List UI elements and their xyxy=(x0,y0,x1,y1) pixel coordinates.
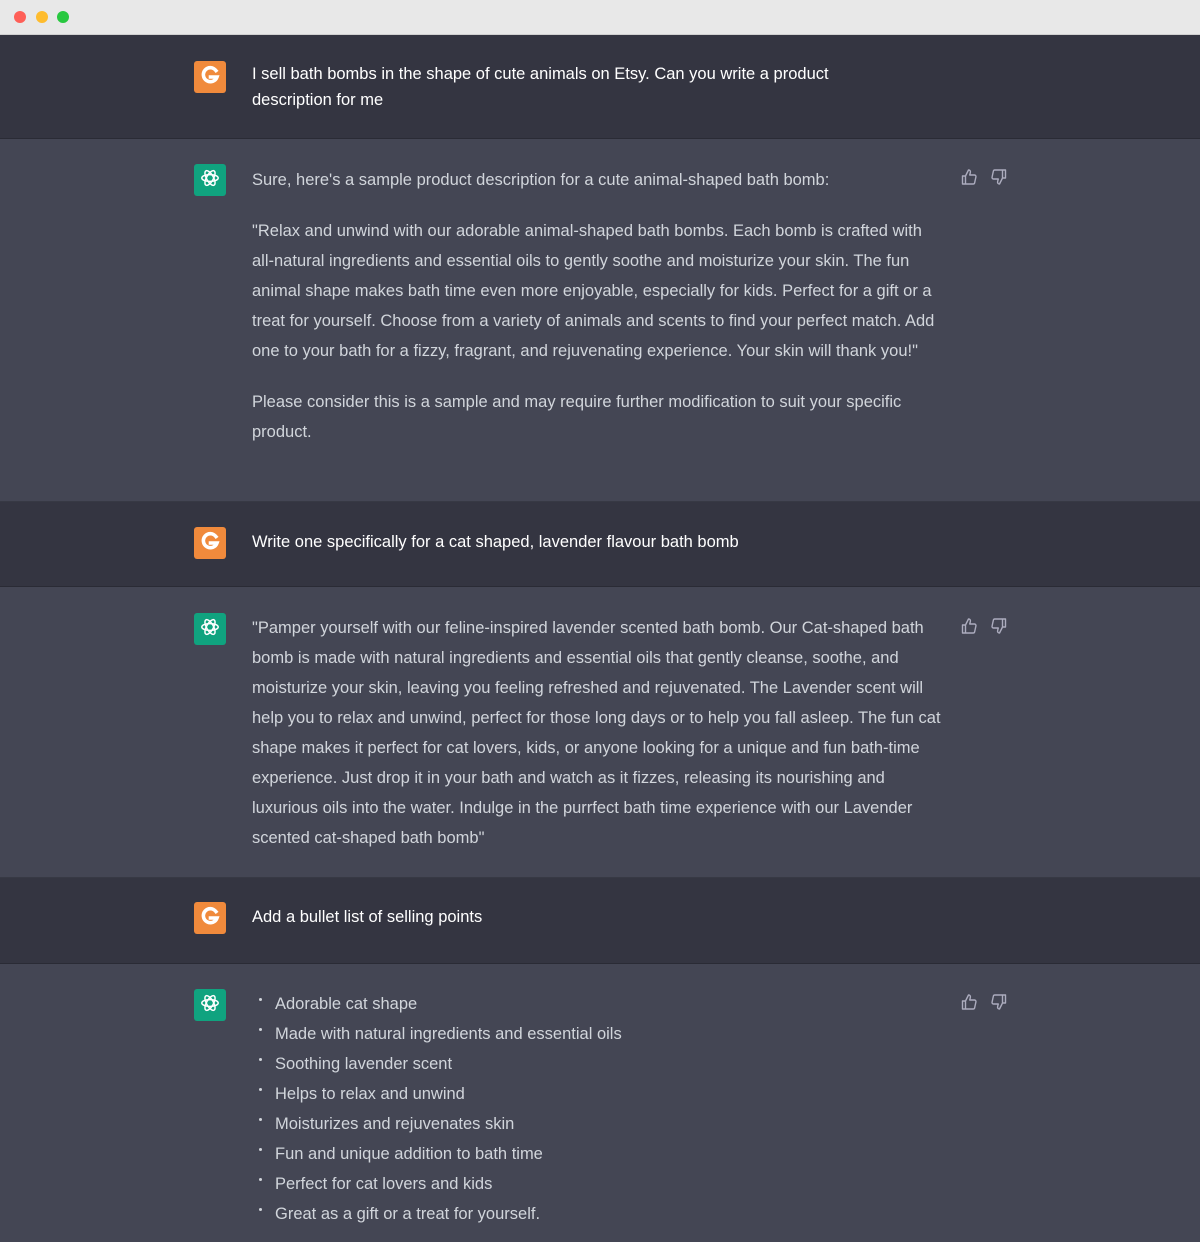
openai-logo-icon xyxy=(198,615,222,644)
assistant-paragraph: "Relax and unwind with our adorable anim… xyxy=(252,222,935,360)
assistant-message: "Pamper yourself with our feline-inspire… xyxy=(0,587,1200,878)
user-message-text: Write one specifically for a cat shaped,… xyxy=(252,533,739,551)
user-avatar xyxy=(194,902,226,934)
assistant-message: Adorable cat shape Made with natural ing… xyxy=(0,964,1200,1242)
feedback-buttons xyxy=(960,168,1008,186)
user-message-text: Add a bullet list of selling points xyxy=(252,908,483,926)
g-logo-icon xyxy=(199,530,221,557)
list-item: Made with natural ingredients and essent… xyxy=(252,1019,942,1049)
assistant-avatar xyxy=(194,613,226,645)
thumbs-down-icon[interactable] xyxy=(990,993,1008,1011)
list-item: Great as a gift or a treat for yourself. xyxy=(252,1199,942,1229)
assistant-avatar xyxy=(194,989,226,1021)
user-avatar xyxy=(194,61,226,93)
assistant-message-text: Sure, here's a sample product descriptio… xyxy=(252,165,942,447)
g-logo-icon xyxy=(199,905,221,932)
assistant-message: Sure, here's a sample product descriptio… xyxy=(0,139,1200,502)
minimize-window-button[interactable] xyxy=(36,11,48,23)
list-item: Helps to relax and unwind xyxy=(252,1079,942,1109)
close-window-button[interactable] xyxy=(14,11,26,23)
list-item: Perfect for cat lovers and kids xyxy=(252,1169,942,1199)
list-item: Adorable cat shape xyxy=(252,989,942,1019)
thumbs-down-icon[interactable] xyxy=(990,617,1008,635)
thumbs-up-icon[interactable] xyxy=(960,168,978,186)
openai-logo-icon xyxy=(198,991,222,1020)
feedback-buttons xyxy=(960,617,1008,635)
list-item: Soothing lavender scent xyxy=(252,1049,942,1079)
window-titlebar xyxy=(0,0,1200,35)
list-item: Fun and unique addition to bath time xyxy=(252,1139,942,1169)
user-message: I sell bath bombs in the shape of cute a… xyxy=(0,35,1200,139)
user-message-text: I sell bath bombs in the shape of cute a… xyxy=(252,65,829,109)
openai-logo-icon xyxy=(198,166,222,195)
feedback-buttons xyxy=(960,993,1008,1011)
maximize-window-button[interactable] xyxy=(57,11,69,23)
assistant-paragraph: Sure, here's a sample product descriptio… xyxy=(252,171,830,189)
thumbs-down-icon[interactable] xyxy=(990,168,1008,186)
list-item: Moisturizes and rejuvenates skin xyxy=(252,1109,942,1139)
user-message: Add a bullet list of selling points xyxy=(0,878,1200,964)
app-window: I sell bath bombs in the shape of cute a… xyxy=(0,0,1200,1242)
thumbs-up-icon[interactable] xyxy=(960,993,978,1011)
thumbs-up-icon[interactable] xyxy=(960,617,978,635)
selling-points-list: Adorable cat shape Made with natural ing… xyxy=(252,989,942,1229)
g-logo-icon xyxy=(199,64,221,91)
user-avatar xyxy=(194,527,226,559)
assistant-message-text: "Pamper yourself with our feline-inspire… xyxy=(252,613,942,853)
assistant-message-text: Adorable cat shape Made with natural ing… xyxy=(252,989,942,1229)
assistant-paragraph: Please consider this is a sample and may… xyxy=(252,393,902,441)
assistant-avatar xyxy=(194,164,226,196)
user-message: Write one specifically for a cat shaped,… xyxy=(0,502,1200,587)
assistant-paragraph: "Pamper yourself with our feline-inspire… xyxy=(252,619,941,847)
